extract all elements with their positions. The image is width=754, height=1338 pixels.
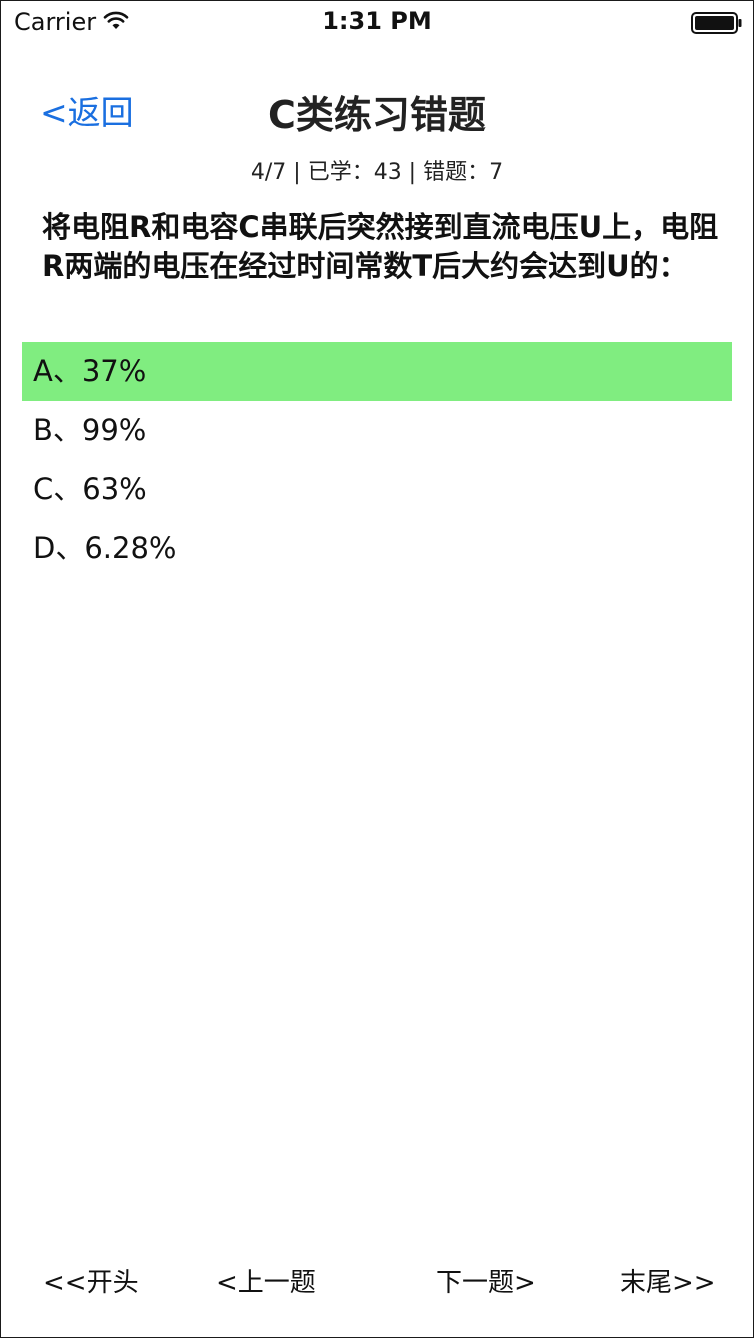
option-b[interactable]: B、99%	[22, 401, 732, 460]
battery-icon	[691, 12, 742, 34]
bottom-toolbar: <<开头 <上一题 下一题> 末尾>>	[0, 1262, 754, 1302]
clock: 1:31 PM	[322, 7, 432, 35]
progress-stats: 4/7 | 已学：43 | 错题：7	[250, 160, 504, 185]
option-d[interactable]: D、6.28%	[22, 519, 732, 578]
option-c[interactable]: C、63%	[22, 460, 732, 519]
previous-question-button[interactable]: <上一题	[216, 1262, 316, 1299]
options-list: A、37% B、99% C、63% D、6.28%	[22, 342, 732, 578]
next-question-button[interactable]: 下一题>	[436, 1262, 536, 1299]
first-question-button[interactable]: <<开头	[43, 1262, 139, 1299]
page-title: C类练习错题	[268, 93, 486, 137]
question-text: 将电阻R和电容C串联后突然接到直流电压U上，电阻R两端的电压在经过时间常数T后大…	[42, 210, 719, 283]
option-a[interactable]: A、37%	[22, 342, 732, 401]
status-bar: Carrier 1:31 PM	[0, 0, 754, 44]
last-question-button[interactable]: 末尾>>	[620, 1262, 716, 1299]
screen-frame	[0, 0, 754, 1338]
